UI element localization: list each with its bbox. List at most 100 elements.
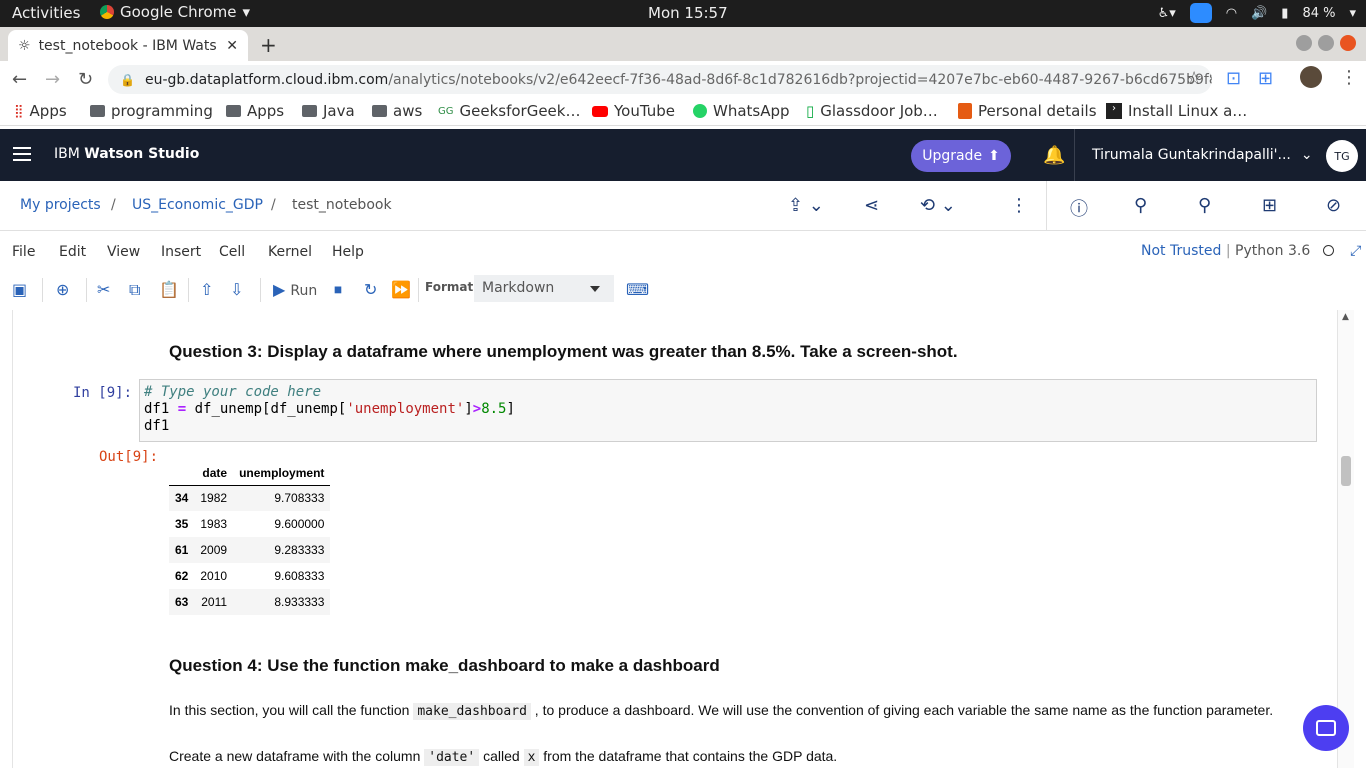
cell-unemployment: 9.283333 xyxy=(274,543,325,557)
bookmark-folder-programming[interactable]: programming xyxy=(90,102,213,120)
version-history-icon[interactable]: ⟲ ⌄ xyxy=(920,195,956,216)
bookmark-label: Java xyxy=(323,102,355,120)
expand-icon[interactable]: ⤢ xyxy=(1350,243,1361,259)
trust-status[interactable]: Not Trusted xyxy=(1141,243,1221,259)
wifi-icon: ◠ xyxy=(1225,5,1238,21)
restart-icon[interactable]: ↻ xyxy=(364,280,377,299)
breadcrumb-my-projects[interactable]: My projects xyxy=(20,197,101,213)
instruction-paragraph: In this section, you will call the funct… xyxy=(169,702,1273,720)
move-down-icon[interactable]: ⇩ xyxy=(230,280,243,299)
copy-icon[interactable]: ⧉ xyxy=(129,280,140,300)
row-index: 62 xyxy=(175,569,189,583)
table-row: 35 1983 9.600000 xyxy=(169,511,330,537)
extension-icon[interactable]: ⊞ xyxy=(1258,68,1273,89)
chrome-icon xyxy=(100,5,114,19)
chat-support-button[interactable] xyxy=(1303,705,1349,751)
bookmark-apps[interactable]: ⣿ Apps xyxy=(14,102,67,120)
cell-format-select[interactable]: Markdown xyxy=(474,275,614,302)
index-header xyxy=(169,461,195,486)
more-options-icon[interactable]: ⋮ xyxy=(1010,195,1028,216)
paragraph-text: from the dataframe that contains the GDP… xyxy=(539,748,838,764)
scroll-up-icon[interactable]: ▲ xyxy=(1342,312,1349,322)
compass-icon[interactable]: ⊘ xyxy=(1326,195,1341,216)
notebook-area[interactable]: Question 3: Display a dataframe where un… xyxy=(12,310,1338,768)
move-up-icon[interactable]: ⇧ xyxy=(200,280,213,299)
bookmark-label: Glassdoor Job… xyxy=(820,102,938,120)
bookmark-youtube[interactable]: YouTube xyxy=(592,102,675,120)
notebook-scrollbar[interactable]: ▲ xyxy=(1338,310,1354,768)
bookmarks-bar: ⣿ Apps programming Apps Java aws GG Geek… xyxy=(0,97,1366,126)
info-icon[interactable]: ⓘ xyxy=(1070,195,1088,221)
bookmark-geeksforgeeks[interactable]: GG GeeksforGeek… xyxy=(438,102,580,120)
back-icon[interactable]: ← xyxy=(12,69,27,90)
insert-cell-icon[interactable]: ⊕ xyxy=(56,280,69,299)
app-menu[interactable]: Google Chrome ▾ xyxy=(100,3,250,21)
account-menu[interactable]: Tirumala Guntakrindapalli'... ⌄ xyxy=(1092,147,1313,163)
geeksforgeeks-icon: GG xyxy=(438,105,454,117)
activities-button[interactable]: Activities xyxy=(12,4,80,22)
export-icon[interactable]: ⇪ ⌄ xyxy=(788,195,824,216)
cut-icon[interactable]: ✂ xyxy=(97,280,110,299)
avatar[interactable]: TG xyxy=(1326,140,1358,172)
product-brand[interactable]: IBM Watson Studio xyxy=(54,146,199,162)
assets-grid-icon[interactable]: ⊞ xyxy=(1262,195,1277,216)
close-window-icon[interactable] xyxy=(1340,35,1356,51)
reload-icon[interactable]: ↻ xyxy=(78,69,93,90)
chevron-down-icon xyxy=(590,286,600,292)
breadcrumb-separator: / xyxy=(111,197,116,213)
watson-header: IBM Watson Studio Upgrade ⬆ 🔔 Tirumala G… xyxy=(0,129,1366,181)
accessibility-icon[interactable]: ♿▾ xyxy=(1158,6,1176,21)
run-button[interactable]: ▶ Run xyxy=(273,280,317,299)
find-replace-icon[interactable]: ⚲ xyxy=(1134,195,1147,216)
row-index: 35 xyxy=(175,517,189,531)
data-search-icon[interactable]: ⚲ xyxy=(1198,195,1211,216)
maximize-icon[interactable] xyxy=(1318,35,1334,51)
bookmark-install-linux[interactable]: › Install Linux a… xyxy=(1106,102,1247,120)
share-icon[interactable]: ⋖ xyxy=(864,195,879,216)
minimize-icon[interactable] xyxy=(1296,35,1312,51)
url-field[interactable]: 🔒 eu-gb.dataplatform.cloud.ibm.com /anal… xyxy=(108,65,1212,94)
zoom-icon[interactable] xyxy=(1189,3,1212,23)
bookmark-folder-java[interactable]: Java xyxy=(302,102,355,120)
system-tray[interactable]: ♿▾ ◠ 🔊 ▮ 84 % ▾ xyxy=(1158,3,1356,23)
translate-extension-icon[interactable]: ⊡ xyxy=(1226,68,1241,89)
breadcrumb-project[interactable]: US_Economic_GDP xyxy=(132,197,263,213)
column-header: date xyxy=(194,461,234,486)
browser-tab[interactable]: ☼ test_notebook - IBM Wats ✕ xyxy=(8,30,248,61)
user-name: Tirumala Guntakrindapalli'... xyxy=(1092,147,1291,163)
upgrade-button[interactable]: Upgrade ⬆ xyxy=(911,140,1011,172)
clock[interactable]: Mon 15:57 xyxy=(648,4,728,22)
scroll-thumb[interactable] xyxy=(1341,456,1351,486)
code-token: df1 xyxy=(144,401,178,417)
bookmark-star-icon[interactable]: ☆ xyxy=(1186,68,1202,89)
forward-icon[interactable]: → xyxy=(45,69,60,90)
menu-cell[interactable]: Cell xyxy=(219,244,245,260)
bookmark-personal-details[interactable]: Personal details xyxy=(958,102,1097,120)
table-row: 61 2009 9.283333 xyxy=(169,537,331,563)
bookmark-folder-aws[interactable]: aws xyxy=(372,102,422,120)
bookmark-glassdoor[interactable]: ▯ Glassdoor Job… xyxy=(806,102,938,120)
bookmark-whatsapp[interactable]: WhatsApp xyxy=(693,102,790,120)
profile-avatar[interactable] xyxy=(1300,66,1322,88)
save-icon[interactable]: ▣ xyxy=(12,280,27,299)
code-cell[interactable]: # Type your code here df1 = df_unemp[df_… xyxy=(139,379,1317,442)
stop-icon[interactable]: ⏹ xyxy=(334,280,342,300)
keyboard-shortcuts-icon[interactable]: ⌨ xyxy=(626,280,649,299)
run-all-icon[interactable]: ⏩ xyxy=(391,280,411,299)
url-host: eu-gb.dataplatform.cloud.ibm.com xyxy=(144,71,389,88)
close-tab-icon[interactable]: ✕ xyxy=(226,38,238,54)
chrome-menu-icon[interactable]: ⋮ xyxy=(1340,67,1358,88)
menu-view[interactable]: View xyxy=(107,244,140,260)
menu-file[interactable]: File xyxy=(12,244,35,260)
menu-insert[interactable]: Insert xyxy=(161,244,201,260)
menu-help[interactable]: Help xyxy=(332,244,364,260)
hamburger-menu-icon[interactable] xyxy=(13,147,31,161)
menu-edit[interactable]: Edit xyxy=(59,244,86,260)
paste-icon[interactable]: 📋 xyxy=(159,280,179,299)
menu-kernel[interactable]: Kernel xyxy=(268,244,312,260)
paragraph-text: In this section, you will call the funct… xyxy=(169,702,414,718)
question-4-heading: Question 4: Use the function make_dashbo… xyxy=(169,656,720,675)
bookmark-folder-apps[interactable]: Apps xyxy=(226,102,284,120)
notifications-bell-icon[interactable]: 🔔 xyxy=(1043,145,1065,166)
new-tab-icon[interactable]: + xyxy=(260,33,277,57)
